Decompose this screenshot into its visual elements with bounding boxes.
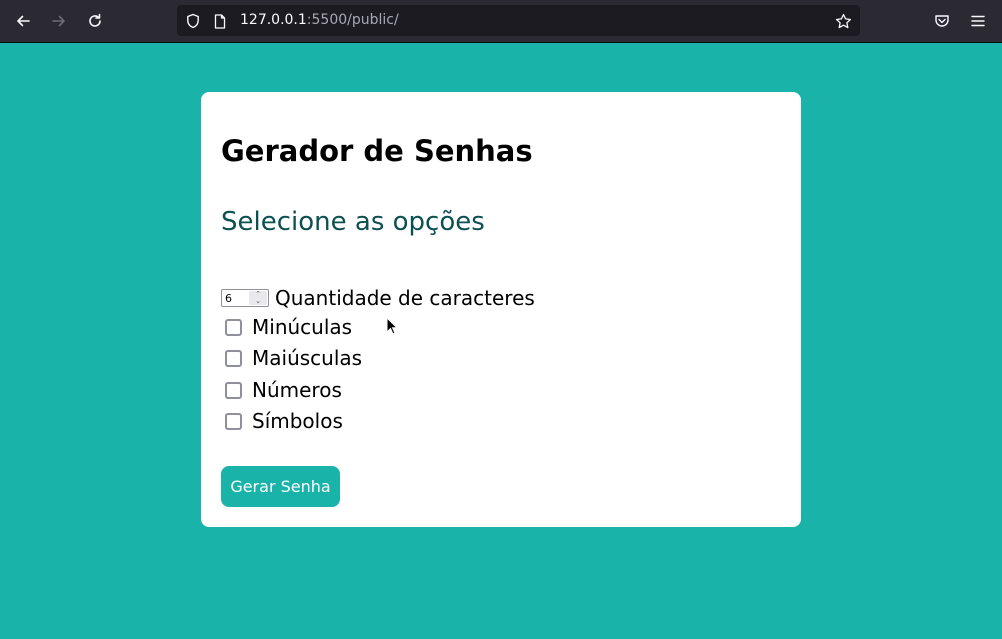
bookmark-star-icon[interactable] xyxy=(834,12,852,30)
quantity-label: Quantidade de caracteres xyxy=(275,286,535,310)
forward-arrow-icon[interactable] xyxy=(48,10,70,32)
url-host: 127.0.0.1 xyxy=(240,12,307,28)
uppercase-label: Maiúsculas xyxy=(252,346,363,370)
lowercase-checkbox[interactable] xyxy=(225,318,242,336)
symbols-label: Símbolos xyxy=(252,409,343,433)
numbers-checkbox[interactable] xyxy=(225,381,242,399)
option-numbers[interactable]: Números xyxy=(225,377,342,403)
quantity-stepper[interactable]: 6 ⌃ ⌄ xyxy=(221,289,269,307)
browser-toolbar: 127.0.0.1:5500/public/ xyxy=(0,0,1002,43)
password-generator-card: Gerador de Senhas Selecione as opções 6 … xyxy=(201,92,801,527)
page-icon[interactable] xyxy=(211,12,229,30)
back-arrow-icon[interactable] xyxy=(12,10,34,32)
quantity-row: 6 ⌃ ⌄ Quantidade de caracteres xyxy=(221,285,535,311)
spin-buttons[interactable]: ⌃ ⌄ xyxy=(249,291,267,305)
url-path: :5500/public/ xyxy=(306,12,399,28)
option-symbols[interactable]: Símbolos xyxy=(225,408,343,434)
url-text[interactable]: 127.0.0.1:5500/public/ xyxy=(240,12,399,28)
option-lowercase[interactable]: Minúculas xyxy=(225,314,352,340)
options-subtitle: Selecione as opções xyxy=(221,207,485,237)
numbers-label: Números xyxy=(252,378,342,402)
chevron-down-icon[interactable]: ⌄ xyxy=(249,298,267,305)
lowercase-label: Minúculas xyxy=(252,315,353,339)
shield-icon[interactable] xyxy=(184,12,202,30)
uppercase-checkbox[interactable] xyxy=(225,349,242,367)
page-title: Gerador de Senhas xyxy=(221,134,533,168)
generate-password-button[interactable]: Gerar Senha xyxy=(221,466,340,507)
symbols-checkbox[interactable] xyxy=(225,412,242,430)
hamburger-menu-icon[interactable] xyxy=(967,10,989,32)
reload-icon[interactable] xyxy=(84,10,106,32)
option-uppercase[interactable]: Maiúsculas xyxy=(225,345,362,371)
url-bar[interactable]: 127.0.0.1:5500/public/ xyxy=(177,5,860,36)
quantity-value: 6 xyxy=(225,292,232,305)
mouse-cursor-icon xyxy=(386,316,399,339)
pocket-icon[interactable] xyxy=(931,10,953,32)
